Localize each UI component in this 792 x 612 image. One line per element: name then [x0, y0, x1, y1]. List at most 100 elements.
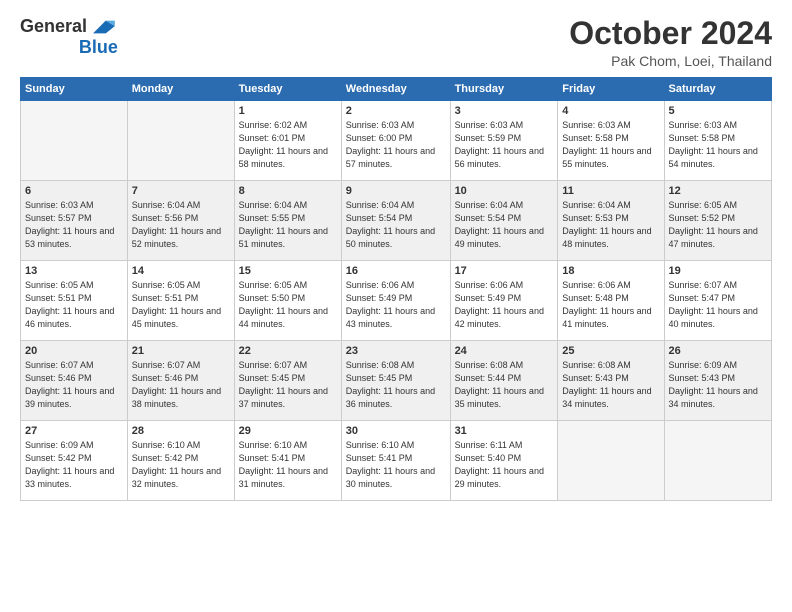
logo: General General Blue	[20, 16, 118, 58]
logo-general-text: General	[20, 16, 87, 37]
day-info: Sunrise: 6:10 AMSunset: 5:41 PMDaylight:…	[239, 439, 337, 491]
day-number: 31	[455, 425, 554, 437]
day-number: 2	[346, 105, 446, 117]
day-number: 23	[346, 345, 446, 357]
calendar-cell: 20 Sunrise: 6:07 AMSunset: 5:46 PMDayligh…	[21, 341, 128, 421]
day-number: 27	[25, 425, 123, 437]
calendar-cell	[127, 101, 234, 181]
day-number: 15	[239, 265, 337, 277]
calendar-cell: 30 Sunrise: 6:10 AMSunset: 5:41 PMDayligh…	[341, 421, 450, 501]
day-info: Sunrise: 6:09 AMSunset: 5:42 PMDaylight:…	[25, 439, 123, 491]
weekday-header-tuesday: Tuesday	[234, 78, 341, 101]
header: General General Blue October 2024 Pak Ch…	[20, 16, 772, 69]
day-number: 17	[455, 265, 554, 277]
calendar-cell: 10Sunrise: 6:04 AMSunset: 5:54 PMDayligh…	[450, 181, 558, 261]
day-number: 16	[346, 265, 446, 277]
calendar-week-row: 13Sunrise: 6:05 AMSunset: 5:51 PMDayligh…	[21, 261, 772, 341]
day-info: Sunrise: 6:05 AMSunset: 5:52 PMDaylight:…	[669, 199, 767, 251]
calendar-cell: 19 Sunrise: 6:07 AMSunset: 5:47 PMDayligh…	[664, 261, 771, 341]
day-info: Sunrise: 6:07 AMSunset: 5:46 PMDaylight:…	[25, 359, 123, 411]
day-number: 21	[132, 345, 230, 357]
weekday-header-wednesday: Wednesday	[341, 78, 450, 101]
month-title: October 2024	[569, 16, 772, 51]
day-info: Sunrise: 6:10 AMSunset: 5:41 PMDaylight:…	[346, 439, 446, 491]
calendar-week-row: 20 Sunrise: 6:07 AMSunset: 5:46 PMDayligh…	[21, 341, 772, 421]
logo-icon	[89, 17, 117, 37]
calendar-cell: 6 Sunrise: 6:03 AMSunset: 5:57 PMDaylight…	[21, 181, 128, 261]
day-info: Sunrise: 6:03 AMSunset: 5:58 PMDaylight:…	[562, 119, 659, 171]
calendar-cell: 27 Sunrise: 6:09 AMSunset: 5:42 PMDayligh…	[21, 421, 128, 501]
day-number: 4	[562, 105, 659, 117]
calendar-cell	[21, 101, 128, 181]
day-info: Sunrise: 6:06 AMSunset: 5:49 PMDaylight:…	[455, 279, 554, 331]
calendar-cell: 8 Sunrise: 6:04 AMSunset: 5:55 PMDaylight…	[234, 181, 341, 261]
day-info: Sunrise: 6:03 AMSunset: 5:59 PMDaylight:…	[455, 119, 554, 171]
day-number: 1	[239, 105, 337, 117]
location-subtitle: Pak Chom, Loei, Thailand	[569, 53, 772, 69]
logo-blue-text: Blue	[79, 37, 118, 58]
day-info: Sunrise: 6:04 AMSunset: 5:53 PMDaylight:…	[562, 199, 659, 251]
day-info: Sunrise: 6:03 AMSunset: 5:57 PMDaylight:…	[25, 199, 123, 251]
day-number: 25	[562, 345, 659, 357]
calendar-cell: 14Sunrise: 6:05 AMSunset: 5:51 PMDayligh…	[127, 261, 234, 341]
weekday-header-friday: Friday	[558, 78, 664, 101]
calendar-cell: 24Sunrise: 6:08 AMSunset: 5:44 PMDayligh…	[450, 341, 558, 421]
day-number: 10	[455, 185, 554, 197]
day-number: 30	[346, 425, 446, 437]
day-info: Sunrise: 6:10 AMSunset: 5:42 PMDaylight:…	[132, 439, 230, 491]
calendar-cell: 17 Sunrise: 6:06 AMSunset: 5:49 PMDayligh…	[450, 261, 558, 341]
day-number: 12	[669, 185, 767, 197]
calendar-cell: 23Sunrise: 6:08 AMSunset: 5:45 PMDayligh…	[341, 341, 450, 421]
day-number: 26	[669, 345, 767, 357]
day-info: Sunrise: 6:08 AMSunset: 5:43 PMDaylight:…	[562, 359, 659, 411]
day-info: Sunrise: 6:07 AMSunset: 5:46 PMDaylight:…	[132, 359, 230, 411]
calendar-cell	[558, 421, 664, 501]
calendar-cell: 16Sunrise: 6:06 AMSunset: 5:49 PMDayligh…	[341, 261, 450, 341]
day-info: Sunrise: 6:05 AMSunset: 5:51 PMDaylight:…	[25, 279, 123, 331]
day-info: Sunrise: 6:07 AMSunset: 5:47 PMDaylight:…	[669, 279, 767, 331]
calendar-cell: 26 Sunrise: 6:09 AMSunset: 5:43 PMDayligh…	[664, 341, 771, 421]
weekday-header-monday: Monday	[127, 78, 234, 101]
day-info: Sunrise: 6:03 AMSunset: 5:58 PMDaylight:…	[669, 119, 767, 171]
day-number: 11	[562, 185, 659, 197]
day-number: 19	[669, 265, 767, 277]
weekday-header-saturday: Saturday	[664, 78, 771, 101]
day-number: 20	[25, 345, 123, 357]
day-info: Sunrise: 6:11 AMSunset: 5:40 PMDaylight:…	[455, 439, 554, 491]
calendar-cell: 12 Sunrise: 6:05 AMSunset: 5:52 PMDayligh…	[664, 181, 771, 261]
calendar-cell: 18 Sunrise: 6:06 AMSunset: 5:48 PMDayligh…	[558, 261, 664, 341]
calendar-cell: 9Sunrise: 6:04 AMSunset: 5:54 PMDaylight…	[341, 181, 450, 261]
day-number: 18	[562, 265, 659, 277]
day-info: Sunrise: 6:03 AMSunset: 6:00 PMDaylight:…	[346, 119, 446, 171]
weekday-header-sunday: Sunday	[21, 78, 128, 101]
calendar-cell: 1Sunrise: 6:02 AMSunset: 6:01 PMDaylight…	[234, 101, 341, 181]
day-number: 5	[669, 105, 767, 117]
day-number: 29	[239, 425, 337, 437]
calendar-week-row: 6 Sunrise: 6:03 AMSunset: 5:57 PMDaylight…	[21, 181, 772, 261]
day-number: 3	[455, 105, 554, 117]
weekday-header-thursday: Thursday	[450, 78, 558, 101]
day-number: 28	[132, 425, 230, 437]
day-info: Sunrise: 6:04 AMSunset: 5:54 PMDaylight:…	[346, 199, 446, 251]
day-number: 14	[132, 265, 230, 277]
calendar-cell: 11 Sunrise: 6:04 AMSunset: 5:53 PMDayligh…	[558, 181, 664, 261]
page: General General Blue October 2024 Pak Ch…	[0, 0, 792, 612]
calendar-week-row: 1Sunrise: 6:02 AMSunset: 6:01 PMDaylight…	[21, 101, 772, 181]
day-info: Sunrise: 6:05 AMSunset: 5:50 PMDaylight:…	[239, 279, 337, 331]
day-number: 8	[239, 185, 337, 197]
day-info: Sunrise: 6:04 AMSunset: 5:56 PMDaylight:…	[132, 199, 230, 251]
calendar-cell: 28 Sunrise: 6:10 AMSunset: 5:42 PMDayligh…	[127, 421, 234, 501]
calendar-cell: 3 Sunrise: 6:03 AMSunset: 5:59 PMDaylight…	[450, 101, 558, 181]
day-number: 7	[132, 185, 230, 197]
calendar-table: SundayMondayTuesdayWednesdayThursdayFrid…	[20, 77, 772, 501]
day-info: Sunrise: 6:09 AMSunset: 5:43 PMDaylight:…	[669, 359, 767, 411]
day-info: Sunrise: 6:06 AMSunset: 5:48 PMDaylight:…	[562, 279, 659, 331]
calendar-cell: 7 Sunrise: 6:04 AMSunset: 5:56 PMDaylight…	[127, 181, 234, 261]
calendar-cell: 2 Sunrise: 6:03 AMSunset: 6:00 PMDaylight…	[341, 101, 450, 181]
day-number: 24	[455, 345, 554, 357]
day-number: 6	[25, 185, 123, 197]
day-info: Sunrise: 6:04 AMSunset: 5:55 PMDaylight:…	[239, 199, 337, 251]
calendar-week-row: 27 Sunrise: 6:09 AMSunset: 5:42 PMDayligh…	[21, 421, 772, 501]
calendar-cell: 4 Sunrise: 6:03 AMSunset: 5:58 PMDaylight…	[558, 101, 664, 181]
day-number: 22	[239, 345, 337, 357]
